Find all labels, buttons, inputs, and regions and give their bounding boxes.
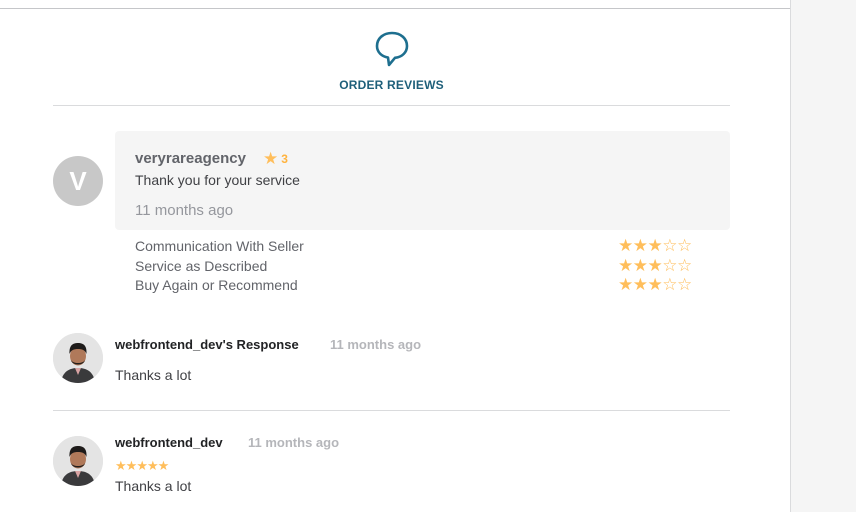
star-filled-icon: ★: [647, 236, 663, 255]
star-rating: ★★★★★: [115, 458, 170, 473]
star-filled-icon: ★: [618, 236, 633, 255]
breakdown-label: Communication With Seller: [135, 238, 304, 254]
review-rating: ★ 3: [263, 150, 288, 167]
star-filled-icon: ★: [632, 236, 648, 255]
user-photo-icon: [53, 436, 103, 486]
star-filled-icon: ★: [632, 255, 648, 275]
star-icon: ★: [263, 149, 279, 168]
star-empty-icon: ☆: [677, 275, 692, 294]
star-filled-icon: ★: [647, 275, 663, 294]
star-filled-icon: ★: [618, 255, 633, 275]
star-rating: ★★★☆☆: [618, 256, 692, 275]
star-empty-icon: ☆: [677, 236, 692, 255]
star-filled-icon: ★: [125, 458, 138, 473]
breakdown-label: Buy Again or Recommend: [135, 277, 298, 293]
response-title: webfrontend_dev's Response: [115, 337, 299, 352]
avatar[interactable]: V: [53, 156, 103, 206]
star-filled-icon: ★: [157, 458, 170, 473]
buyer-review-timestamp: 11 months ago: [248, 435, 340, 450]
order-reviews-header: ORDER REVIEWS: [53, 30, 730, 92]
avatar[interactable]: [53, 333, 103, 383]
breakdown-label: Service as Described: [135, 257, 268, 274]
review-text: Thank you for your service: [135, 172, 300, 188]
star-filled-icon: ★: [632, 275, 648, 294]
speech-bubble-icon: [375, 31, 408, 67]
star-filled-icon: ★: [115, 458, 127, 473]
star-rating: ★★★☆☆: [618, 275, 692, 294]
star-empty-icon: ☆: [662, 236, 677, 255]
avatar[interactable]: [53, 436, 103, 486]
buyer-username[interactable]: webfrontend_dev: [115, 435, 223, 450]
divider: [53, 105, 730, 106]
rating-breakdown: Communication With Seller ★★★☆☆ Service …: [135, 236, 715, 297]
star-filled-icon: ★: [647, 255, 663, 275]
star-empty-icon: ☆: [662, 255, 677, 275]
buyer-review-text: Thanks a lot: [115, 478, 192, 494]
star-empty-icon: ☆: [662, 275, 677, 294]
breakdown-row: Buy Again or Recommend ★★★☆☆: [135, 275, 715, 297]
top-border: [0, 8, 790, 9]
response-timestamp: 11 months ago: [330, 337, 422, 352]
rating-value: 3: [281, 151, 288, 166]
star-empty-icon: ☆: [677, 255, 692, 275]
star-filled-icon: ★: [146, 458, 159, 473]
review-timestamp: 11 months ago: [135, 202, 234, 219]
divider: [53, 410, 730, 411]
reviewer-username[interactable]: veryrareagency: [135, 150, 246, 167]
response-text: Thanks a lot: [115, 367, 192, 383]
star-filled-icon: ★: [136, 458, 148, 473]
user-photo-icon: [53, 333, 103, 383]
review-box: veryrareagency ★ 3 Thank you for your se…: [115, 131, 730, 230]
page-title: ORDER REVIEWS: [339, 78, 444, 92]
right-panel: [790, 0, 856, 512]
star-filled-icon: ★: [618, 275, 633, 294]
star-rating: ★★★☆☆: [618, 236, 692, 255]
